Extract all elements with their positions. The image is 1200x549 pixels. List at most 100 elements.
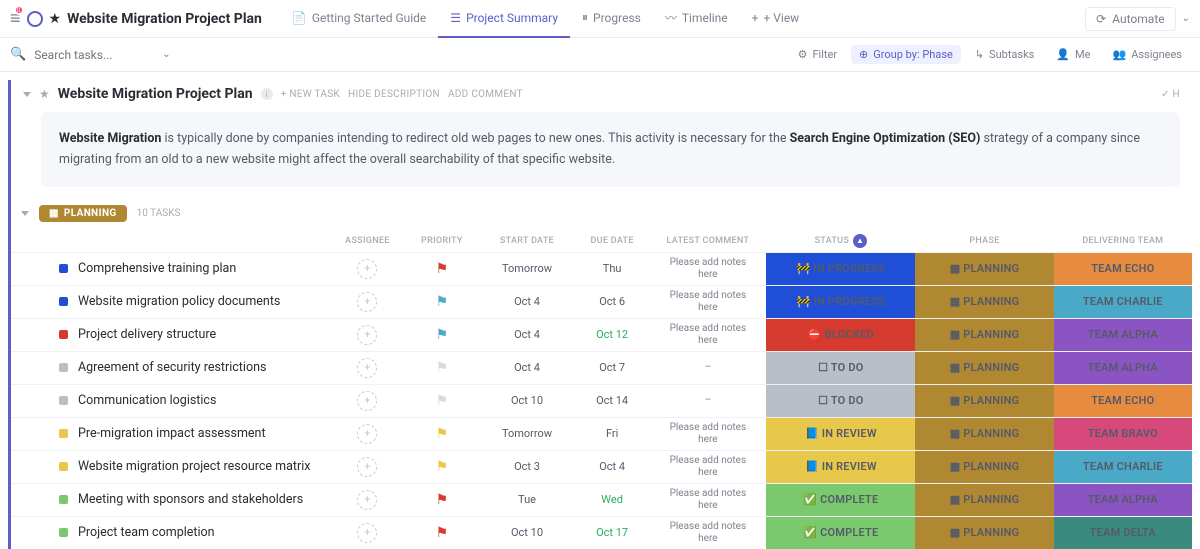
col-due[interactable]: DUE DATE	[575, 230, 649, 253]
priority-cell[interactable]: ⚑	[405, 450, 479, 483]
priority-cell[interactable]: ⚑	[405, 516, 479, 549]
phase-cell[interactable]: ▦ PLANNING	[915, 252, 1053, 285]
add-comment-link[interactable]: ADD COMMENT	[448, 89, 523, 100]
collapse-icon[interactable]	[23, 92, 31, 97]
filter-group-by-phase[interactable]: ⊕Group by: Phase	[851, 45, 961, 64]
status-cell[interactable]: ⛔ BLOCKED	[766, 318, 915, 351]
assignee-avatar-icon[interactable]: +	[357, 457, 377, 477]
group-collapse-icon[interactable]	[21, 211, 29, 216]
task-row[interactable]: Website migration policy documents + ⚑ O…	[11, 285, 1192, 318]
hide-desc-link[interactable]: HIDE DESCRIPTION	[348, 89, 440, 100]
due-date-cell[interactable]: Wed	[575, 483, 649, 516]
search-icon[interactable]: 🔍	[10, 47, 26, 62]
automate-menu-chevron[interactable]: ⌄	[1182, 13, 1190, 24]
status-cell[interactable]: 🚧 IN PROGRESS	[766, 285, 915, 318]
priority-cell[interactable]: ⚑	[405, 285, 479, 318]
priority-cell[interactable]: ⚑	[405, 384, 479, 417]
team-cell[interactable]: TEAM ALPHA	[1054, 318, 1192, 351]
assignee-avatar-icon[interactable]: +	[357, 424, 377, 444]
status-sort-icon[interactable]: ▲	[853, 234, 867, 248]
task-name-cell[interactable]: Website migration project resource matri…	[11, 450, 330, 483]
priority-cell[interactable]: ⚑	[405, 318, 479, 351]
comment-cell[interactable]: Please add noteshere	[649, 450, 766, 483]
tab-project-summary[interactable]: ☰Project Summary	[438, 0, 570, 38]
team-cell[interactable]: TEAM DELTA	[1054, 516, 1192, 549]
assignee-cell[interactable]: +	[330, 417, 404, 450]
workspace-icon[interactable]	[27, 11, 43, 27]
task-row[interactable]: Website migration project resource matri…	[11, 450, 1192, 483]
col-priority[interactable]: PRIORITY	[405, 230, 479, 253]
group-chip[interactable]: ▦PLANNING	[39, 205, 127, 222]
due-date-cell[interactable]: Oct 14	[575, 384, 649, 417]
filter-me[interactable]: 👤Me	[1048, 45, 1098, 64]
tab-progress[interactable]: ⏸Progress	[570, 0, 653, 38]
due-date-cell[interactable]: Fri	[575, 417, 649, 450]
filter-subtasks[interactable]: ↳Subtasks	[967, 45, 1043, 64]
col-team[interactable]: DELIVERING TEAM	[1054, 230, 1192, 253]
phase-cell[interactable]: ▦ PLANNING	[915, 483, 1053, 516]
task-name-cell[interactable]: Pre-migration impact assessment	[11, 417, 330, 450]
filter-filter[interactable]: ⚙Filter	[790, 45, 845, 64]
phase-cell[interactable]: ▦ PLANNING	[915, 516, 1053, 549]
automate-button[interactable]: ⟳ Automate	[1085, 7, 1175, 31]
list-description[interactable]: Website Migration is typically done by c…	[41, 112, 1180, 187]
start-date-cell[interactable]: Tue	[479, 483, 575, 516]
col-assignee[interactable]: ASSIGNEE	[330, 230, 404, 253]
due-date-cell[interactable]: Oct 4	[575, 450, 649, 483]
task-row[interactable]: Project team completion + ⚑ Oct 10 Oct 1…	[11, 516, 1192, 549]
phase-cell[interactable]: ▦ PLANNING	[915, 417, 1053, 450]
task-name-cell[interactable]: Meeting with sponsors and stakeholders	[11, 483, 330, 516]
team-cell[interactable]: TEAM CHARLIE	[1054, 285, 1192, 318]
collapse-check-icon[interactable]: ✓ H	[1161, 89, 1180, 100]
due-date-cell[interactable]: Oct 17	[575, 516, 649, 549]
menu-icon[interactable]: ≡0	[10, 8, 21, 29]
status-cell[interactable]: 📘 IN REVIEW	[766, 417, 915, 450]
phase-cell[interactable]: ▦ PLANNING	[915, 285, 1053, 318]
team-cell[interactable]: TEAM ECHO	[1054, 252, 1192, 285]
comment-cell[interactable]: Please add noteshere	[649, 483, 766, 516]
assignee-cell[interactable]: +	[330, 384, 404, 417]
status-cell[interactable]: 🚧 IN PROGRESS	[766, 252, 915, 285]
col-phase[interactable]: PHASE	[915, 230, 1053, 253]
assignee-avatar-icon[interactable]: +	[357, 523, 377, 543]
priority-cell[interactable]: ⚑	[405, 417, 479, 450]
start-date-cell[interactable]: Oct 4	[479, 285, 575, 318]
task-name-cell[interactable]: Agreement of security restrictions	[11, 351, 330, 384]
new-task-link[interactable]: + NEW TASK	[281, 89, 340, 100]
task-name-cell[interactable]: Communication logistics	[11, 384, 330, 417]
priority-cell[interactable]: ⚑	[405, 483, 479, 516]
task-row[interactable]: Comprehensive training plan + ⚑ Tomorrow…	[11, 252, 1192, 285]
start-date-cell[interactable]: Oct 3	[479, 450, 575, 483]
due-date-cell[interactable]: Oct 7	[575, 351, 649, 384]
comment-cell[interactable]: –	[649, 384, 766, 417]
task-row[interactable]: Meeting with sponsors and stakeholders +…	[11, 483, 1192, 516]
start-date-cell[interactable]: Oct 10	[479, 384, 575, 417]
start-date-cell[interactable]: Oct 10	[479, 516, 575, 549]
star-icon[interactable]: ★	[49, 11, 62, 27]
task-row[interactable]: Project delivery structure + ⚑ Oct 4 Oct…	[11, 318, 1192, 351]
status-cell[interactable]: 📘 IN REVIEW	[766, 450, 915, 483]
task-row[interactable]: Communication logistics + ⚑ Oct 10 Oct 1…	[11, 384, 1192, 417]
assignee-cell[interactable]: +	[330, 516, 404, 549]
task-row[interactable]: Pre-migration impact assessment + ⚑ Tomo…	[11, 417, 1192, 450]
col-start[interactable]: START DATE	[479, 230, 575, 253]
tab-timeline[interactable]: 〰Timeline	[653, 0, 740, 38]
phase-cell[interactable]: ▦ PLANNING	[915, 351, 1053, 384]
priority-cell[interactable]: ⚑	[405, 252, 479, 285]
start-date-cell[interactable]: Tomorrow	[479, 417, 575, 450]
phase-cell[interactable]: ▦ PLANNING	[915, 384, 1053, 417]
comment-cell[interactable]: Please add noteshere	[649, 318, 766, 351]
assignee-cell[interactable]: +	[330, 483, 404, 516]
status-cell[interactable]: ☐ TO DO	[766, 384, 915, 417]
search-input[interactable]	[34, 48, 154, 62]
comment-cell[interactable]: Please add noteshere	[649, 516, 766, 549]
comment-cell[interactable]: –	[649, 351, 766, 384]
due-date-cell[interactable]: Oct 6	[575, 285, 649, 318]
star-icon-small[interactable]: ★	[39, 87, 50, 101]
assignee-avatar-icon[interactable]: +	[357, 292, 377, 312]
task-name-cell[interactable]: Website migration policy documents	[11, 285, 330, 318]
team-cell[interactable]: TEAM ALPHA	[1054, 483, 1192, 516]
assignee-cell[interactable]: +	[330, 318, 404, 351]
start-date-cell[interactable]: Tomorrow	[479, 252, 575, 285]
assignee-avatar-icon[interactable]: +	[357, 391, 377, 411]
